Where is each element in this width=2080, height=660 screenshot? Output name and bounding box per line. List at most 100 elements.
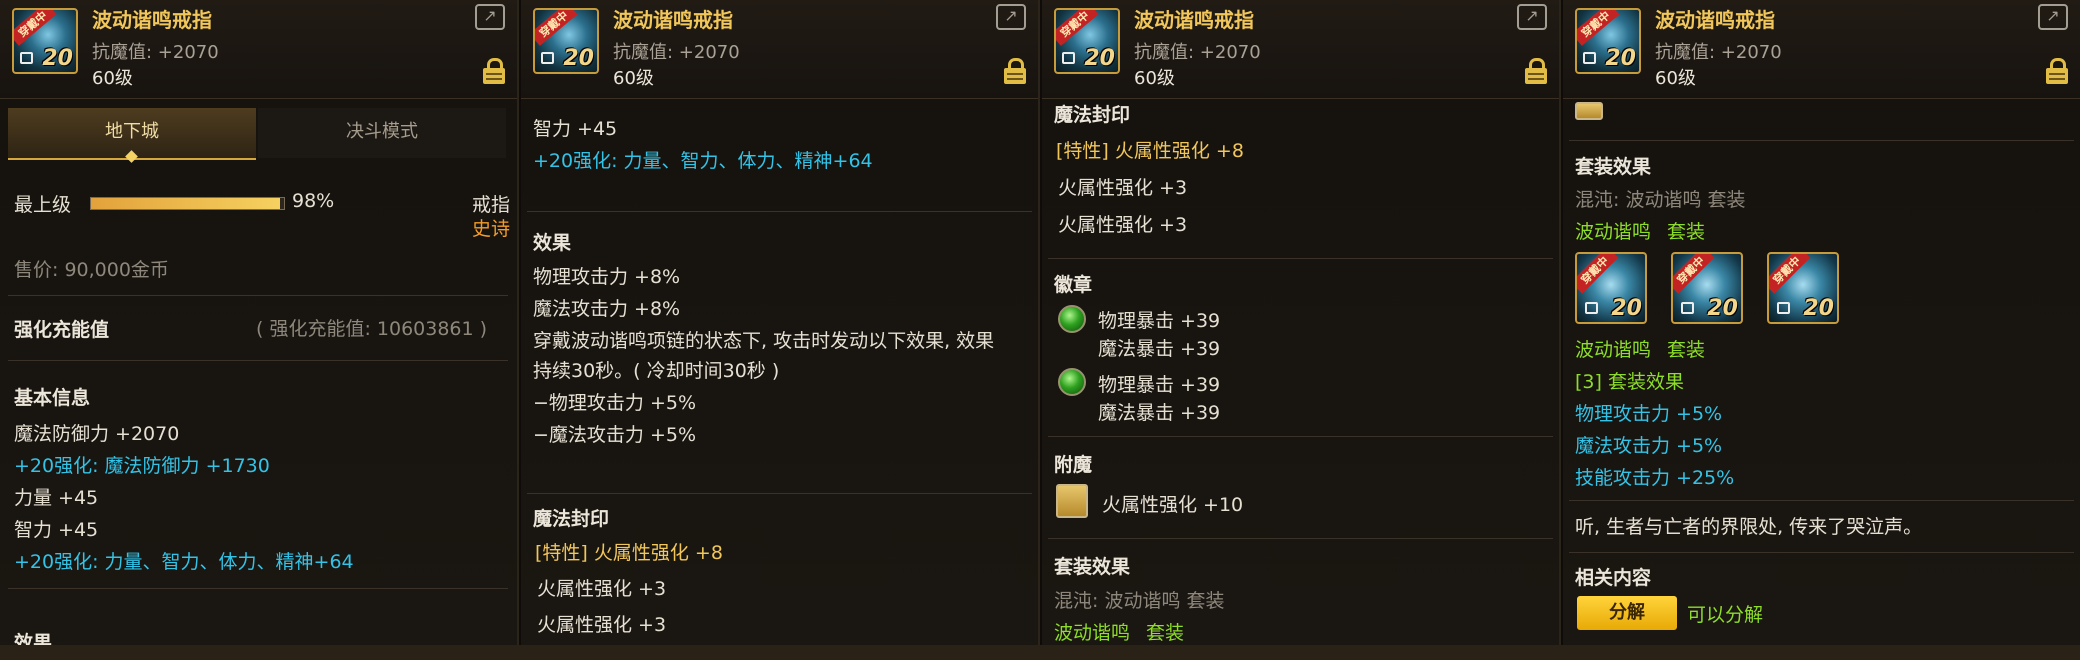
equipped-badge: 穿戴中 bbox=[1056, 10, 1099, 46]
seal-line: [特性] 火属性强化 +8 bbox=[1056, 140, 1244, 162]
set-title: 套装效果 bbox=[1575, 156, 1652, 178]
effect-line: 持续30秒。( 冷却时间30秒 ) bbox=[533, 360, 780, 382]
seal-line: 火属性强化 +3 bbox=[537, 614, 667, 636]
item-type: 戒指 bbox=[472, 194, 511, 216]
item-header: 穿戴中 20 波动谐鸣戒指 抗魔值: +2070 60级 ↗ bbox=[1563, 0, 2080, 99]
set-piece-icon[interactable]: 穿戴中 20 bbox=[1575, 252, 1647, 324]
effect-title: 效果 bbox=[533, 232, 572, 254]
set-bonus-line: 物理攻击力 +5% bbox=[1575, 403, 1723, 425]
divider bbox=[1569, 500, 2074, 501]
enhance-level: 20 bbox=[1803, 296, 1834, 321]
green-emblem-icon bbox=[1058, 305, 1086, 333]
divider bbox=[1569, 140, 2074, 141]
set-name: 波动谐鸣 bbox=[1575, 221, 1652, 243]
item-header: 穿戴中 20 波动谐鸣戒指 抗魔值: +2070 60级 ↗ bbox=[521, 0, 1038, 99]
set-bonus-title: [3] 套装效果 bbox=[1575, 371, 1684, 393]
seal-title: 魔法封印 bbox=[1054, 104, 1131, 126]
seal-line: 火属性强化 +3 bbox=[1058, 177, 1188, 199]
set-piece-icon[interactable]: 穿戴中 20 bbox=[1767, 252, 1839, 324]
related-title: 相关内容 bbox=[1575, 567, 1652, 589]
grade-label: 最上级 bbox=[14, 194, 72, 216]
emblem-stat: 物理暴击 +39 bbox=[1098, 310, 1221, 332]
enhance-value: ( 强化充能值: 10603861 ) bbox=[256, 318, 488, 340]
item-header: 穿戴中 20 波动谐鸣戒指 抗魔值: +2070 60级 ↗ bbox=[0, 0, 517, 99]
ring-item-icon: 穿戴中 20 bbox=[12, 8, 78, 74]
set-bonus-line: 魔法攻击力 +5% bbox=[1575, 435, 1723, 457]
set-title: 套装效果 bbox=[1054, 556, 1131, 578]
stat-line: +20强化: 魔法防御力 +1730 bbox=[14, 455, 270, 477]
set-piece-icon[interactable]: 穿戴中 20 bbox=[1671, 252, 1743, 324]
tooltip-panel-2: 穿戴中 20 波动谐鸣戒指 抗魔值: +2070 60级 ↗ 智力 +45 +2… bbox=[521, 0, 1040, 645]
rarity-label: 史诗 bbox=[472, 218, 511, 240]
grade-bar bbox=[90, 197, 285, 210]
divider bbox=[8, 360, 508, 361]
item-name: 波动谐鸣戒指 bbox=[613, 8, 733, 32]
ring-item-icon: 穿戴中 20 bbox=[1575, 8, 1641, 74]
set-suffix: 套装 bbox=[1667, 221, 1706, 243]
share-icon[interactable]: ↗ bbox=[996, 4, 1026, 30]
seal-title: 魔法封印 bbox=[533, 508, 610, 530]
seal-line: 火属性强化 +3 bbox=[1058, 214, 1188, 236]
stat-line: 智力 +45 bbox=[14, 519, 99, 541]
divider bbox=[1569, 552, 2074, 553]
enchant-title: 附魔 bbox=[1054, 454, 1093, 476]
seal-line: [特性] 火属性强化 +8 bbox=[535, 542, 723, 564]
ring-item-icon: 穿戴中 20 bbox=[1054, 8, 1120, 74]
enhance-level: 20 bbox=[42, 46, 73, 71]
item-name: 波动谐鸣戒指 bbox=[1655, 8, 1775, 32]
stat-line: 智力 +45 bbox=[533, 118, 618, 140]
item-level: 60级 bbox=[1655, 68, 1696, 89]
lock-icon bbox=[1583, 52, 1596, 64]
share-icon[interactable]: ↗ bbox=[1517, 4, 1547, 30]
item-stat: 抗魔值: +2070 bbox=[1655, 42, 1782, 63]
item-level: 60级 bbox=[1134, 68, 1175, 89]
divider bbox=[527, 211, 1032, 212]
lock-icon[interactable] bbox=[483, 58, 505, 84]
lock-icon[interactable] bbox=[2046, 58, 2068, 84]
item-stat: 抗魔值: +2070 bbox=[613, 42, 740, 63]
item-stat: 抗魔值: +2070 bbox=[92, 42, 219, 63]
equipped-badge: 穿戴中 bbox=[1577, 254, 1619, 294]
tooltip-panel-4: 穿戴中 20 波动谐鸣戒指 抗魔值: +2070 60级 ↗ 套装效果 混沌: … bbox=[1563, 0, 2080, 645]
equipped-badge: 穿戴中 bbox=[1673, 254, 1715, 294]
share-icon[interactable]: ↗ bbox=[475, 4, 505, 30]
effect-line: 魔法攻击力 +8% bbox=[533, 298, 681, 320]
lock-icon[interactable] bbox=[1525, 58, 1547, 84]
effect-line: 穿戴波动谐鸣项链的状态下, 攻击时发动以下效果, 效果 bbox=[533, 330, 995, 352]
set-name: 波动谐鸣 bbox=[1575, 339, 1652, 361]
emblem-stat: 魔法暴击 +39 bbox=[1098, 338, 1221, 360]
stat-line: +20强化: 力量、智力、体力、精神+64 bbox=[14, 551, 354, 573]
item-header: 穿戴中 20 波动谐鸣戒指 抗魔值: +2070 60级 ↗ bbox=[1042, 0, 1559, 99]
ring-item-icon: 穿戴中 20 bbox=[533, 8, 599, 74]
share-icon[interactable]: ↗ bbox=[2038, 4, 2068, 30]
lock-icon bbox=[1062, 52, 1075, 64]
tooltip-panel-1: 穿戴中 20 波动谐鸣戒指 抗魔值: +2070 60级 ↗ 地下城 决斗模式 … bbox=[0, 0, 519, 645]
effect-line: −物理攻击力 +5% bbox=[533, 392, 697, 414]
lock-icon bbox=[541, 52, 554, 64]
equipped-badge: 穿戴中 bbox=[14, 10, 57, 46]
equipped-badge: 穿戴中 bbox=[535, 10, 578, 46]
item-stat: 抗魔值: +2070 bbox=[1134, 42, 1261, 63]
set-type: 混沌: 波动谐鸣 套装 bbox=[1575, 189, 1746, 211]
set-type: 混沌: 波动谐鸣 套装 bbox=[1054, 590, 1225, 612]
tooltip-panel-3: 魔法封印 穿戴中 20 波动谐鸣戒指 抗魔值: +2070 60级 ↗ [特性]… bbox=[1042, 0, 1561, 645]
lock-icon[interactable] bbox=[1004, 58, 1026, 84]
divider bbox=[527, 493, 1032, 494]
grade-value: 98% bbox=[292, 190, 335, 212]
emblem-stat: 魔法暴击 +39 bbox=[1098, 402, 1221, 424]
enhance-level: 20 bbox=[563, 46, 594, 71]
equipped-badge: 穿戴中 bbox=[1577, 10, 1620, 46]
item-level: 60级 bbox=[92, 68, 133, 89]
stat-line: +20强化: 力量、智力、体力、精神+64 bbox=[533, 150, 873, 172]
divider bbox=[1048, 436, 1553, 437]
set-suffix: 套装 bbox=[1667, 339, 1706, 361]
tab-duel[interactable]: 决斗模式 bbox=[258, 108, 506, 158]
sell-price: 售价: 90,000金币 bbox=[14, 259, 169, 281]
enhance-level: 20 bbox=[1084, 46, 1115, 71]
set-name: 波动谐鸣 bbox=[1054, 622, 1131, 644]
flavor-text: 听, 生者与亡者的界限处, 传来了哭泣声。 bbox=[1575, 516, 1923, 538]
emblem-stat: 物理暴击 +39 bbox=[1098, 374, 1221, 396]
set-bonus-line: 技能攻击力 +25% bbox=[1575, 467, 1735, 489]
enchant-card-icon bbox=[1575, 102, 1603, 120]
disassemble-button[interactable]: 分解 bbox=[1577, 596, 1677, 630]
